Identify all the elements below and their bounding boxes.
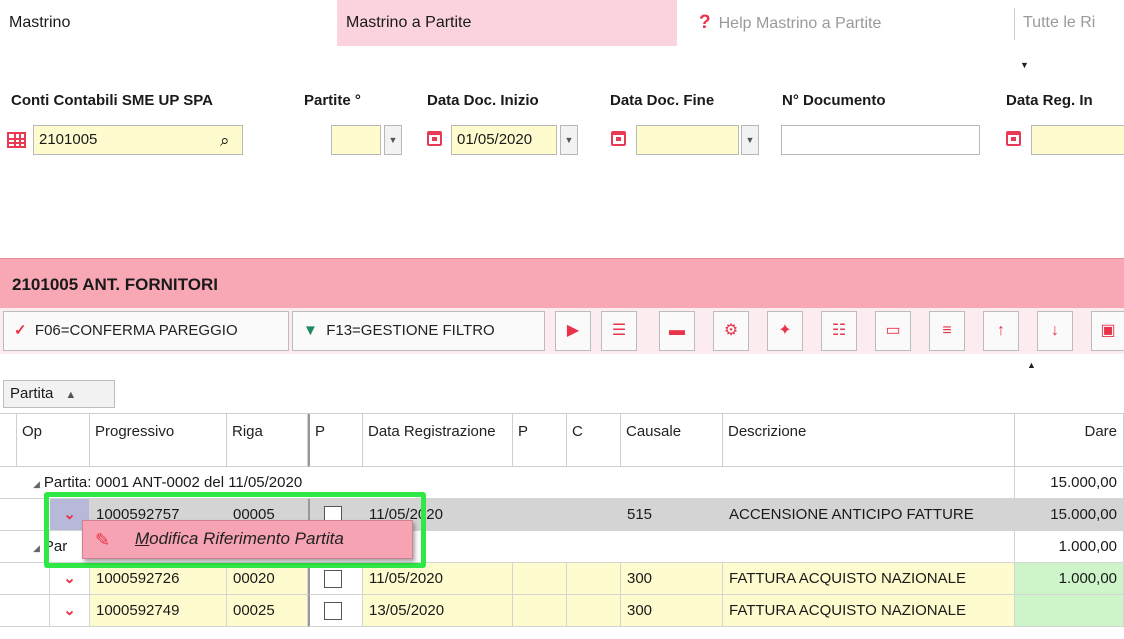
magic-wand-icon[interactable]: ✦ xyxy=(767,311,803,351)
help-icon: ? xyxy=(699,12,711,33)
menu-icon[interactable]: ≡ xyxy=(929,311,965,351)
context-menu: ✎ Modifica Riferimento Partita xyxy=(82,520,413,559)
tab-mastrino-a-partite[interactable]: Mastrino a Partite xyxy=(337,0,677,46)
groupby-chip[interactable]: Partita ▲ xyxy=(3,380,115,408)
conferma-pareggio-label: F06=CONFERMA PAREGGIO xyxy=(34,322,238,339)
table-row[interactable]: ⌄ 1000592749 00025 13/05/2020 300 FATTUR… xyxy=(0,595,1124,627)
tab-bar: Mastrino Mastrino a Partite ? Help Mastri… xyxy=(0,0,1124,46)
cell-dare: 15.000,00 xyxy=(1015,499,1124,531)
calendar-icon[interactable] xyxy=(427,131,442,146)
cell-progressivo: 1000592749 xyxy=(90,595,227,627)
cell-descrizione: FATTURA ACQUISTO NAZIONALE xyxy=(723,563,1015,595)
modifica-riferimento-partita-item[interactable]: Modifica Riferimento Partita xyxy=(135,529,344,549)
tabs-overflow-arrow-icon[interactable]: ▼ xyxy=(1020,60,1029,70)
col-header-dare[interactable]: Dare xyxy=(1015,414,1124,467)
col-header-p[interactable]: P xyxy=(308,414,363,467)
data-doc-inizio-label: Data Doc. Inizio xyxy=(427,92,539,109)
group-total: 15.000,00 xyxy=(1015,467,1124,499)
account-title: 2101005 ANT. FORNITORI xyxy=(12,275,218,294)
calendar-icon[interactable] xyxy=(1006,131,1021,146)
data-fine-dropdown-icon[interactable]: ▼ xyxy=(741,125,759,155)
arrow-down-icon[interactable]: ↓ xyxy=(1037,311,1073,351)
group-total: 1.000,00 xyxy=(1015,531,1124,563)
gear-icon[interactable]: ⚙ xyxy=(713,311,749,351)
numero-documento-field[interactable] xyxy=(781,125,980,155)
cell-riga: 00025 xyxy=(227,595,308,627)
cell-descrizione: FATTURA ACQUISTO NAZIONALE xyxy=(723,595,1015,627)
conti-field[interactable]: 2101005 xyxy=(33,125,243,155)
numero-documento-label: N° Documento xyxy=(782,92,886,109)
data-reg-inizio-field[interactable] xyxy=(1031,125,1124,155)
col-header-causale[interactable]: Causale xyxy=(621,414,723,467)
print-icon[interactable]: ▣ xyxy=(1091,311,1124,351)
gestione-filtro-label: F13=GESTIONE FILTRO xyxy=(326,322,495,339)
col-header-progressivo[interactable]: Progressivo xyxy=(90,414,227,467)
tab-tutte[interactable]: Tutte le Ri xyxy=(1014,0,1124,46)
data-doc-fine-label: Data Doc. Fine xyxy=(610,92,715,109)
cell-dare: 1.000,00 xyxy=(1015,563,1124,595)
tab-help[interactable]: ? Help Mastrino a Partite xyxy=(690,0,1000,46)
collapse-icon[interactable]: ◢ xyxy=(33,543,40,553)
partite-label: Partite ° xyxy=(304,92,361,109)
col-header-riga[interactable]: Riga xyxy=(227,414,308,467)
pencil-icon: ✎ xyxy=(95,530,111,550)
gestione-filtro-button[interactable]: ▼ F13=GESTIONE FILTRO xyxy=(292,311,545,351)
cell-c xyxy=(567,499,621,531)
cell-dare xyxy=(1015,595,1124,627)
cell-p2 xyxy=(513,563,567,595)
arrow-up-icon[interactable]: ↑ xyxy=(983,311,1019,351)
search-icon[interactable]: ⌕ xyxy=(220,131,230,151)
remove-row-icon[interactable]: ▭ xyxy=(875,311,911,351)
data-reg-inizio-label: Data Reg. In xyxy=(1006,92,1093,109)
checkbox[interactable] xyxy=(324,602,342,621)
calendar-icon[interactable] xyxy=(611,131,626,146)
col-header-descrizione[interactable]: Descrizione xyxy=(723,414,1015,467)
cell-descrizione: ACCENSIONE ANTICIPO FATTURE xyxy=(723,499,1015,531)
groupby-label: Partita xyxy=(10,385,54,402)
cell-c xyxy=(567,595,621,627)
col-header-op[interactable]: Op xyxy=(17,414,90,467)
sort-asc-icon: ▲ xyxy=(65,389,77,401)
op-chevron-icon[interactable]: ⌄ xyxy=(50,595,90,627)
toolbar-overflow-icon[interactable]: ▲ xyxy=(1027,360,1036,370)
col-header-c[interactable]: C xyxy=(567,414,621,467)
indicator-cell xyxy=(0,499,17,531)
table-icon[interactable] xyxy=(7,132,26,148)
indent-cell xyxy=(0,595,50,627)
data-inizio-dropdown-icon[interactable]: ▼ xyxy=(560,125,578,155)
conti-label: Conti Contabili SME UP SPA xyxy=(11,92,213,109)
cell-data: 13/05/2020 xyxy=(363,595,513,627)
row-indicator-header xyxy=(0,414,17,467)
cell-c xyxy=(567,563,621,595)
indent-cell xyxy=(0,563,50,595)
col-header-data-registrazione[interactable]: Data Registrazione xyxy=(363,414,513,467)
collapse-icon[interactable]: ◢ xyxy=(33,479,40,489)
data-doc-fine-field[interactable] xyxy=(636,125,739,155)
checkbox[interactable] xyxy=(324,570,342,589)
data-doc-inizio-field[interactable]: 01/05/2020 xyxy=(451,125,557,155)
tab-help-label: Help Mastrino a Partite xyxy=(718,15,882,32)
cell-causale: 300 xyxy=(621,563,723,595)
filter-clear-icon: ▼ xyxy=(303,322,318,339)
cell-p2 xyxy=(513,499,567,531)
play-icon[interactable]: ▶ xyxy=(555,311,591,351)
check-icon: ✓ xyxy=(14,322,27,339)
cell-p-checkbox[interactable] xyxy=(308,595,363,627)
conferma-pareggio-button[interactable]: ✓ F06=CONFERMA PAREGGIO xyxy=(3,311,289,351)
partite-dropdown-icon[interactable]: ▼ xyxy=(384,125,402,155)
toolbar: ✓ F06=CONFERMA PAREGGIO ▼ F13=GESTIONE F… xyxy=(0,308,1124,354)
partite-field[interactable] xyxy=(331,125,381,155)
col-header-p2[interactable]: P xyxy=(513,414,567,467)
cell-causale: 300 xyxy=(621,595,723,627)
cell-causale: 515 xyxy=(621,499,723,531)
add-row-icon[interactable]: ☷ xyxy=(821,311,857,351)
cell-p2 xyxy=(513,595,567,627)
collapse-rows-icon[interactable]: ▬ xyxy=(659,311,695,351)
account-header: 2101005 ANT. FORNITORI xyxy=(0,258,1124,308)
tab-mastrino[interactable]: Mastrino xyxy=(0,0,336,46)
expand-rows-icon[interactable]: ☰ xyxy=(601,311,637,351)
